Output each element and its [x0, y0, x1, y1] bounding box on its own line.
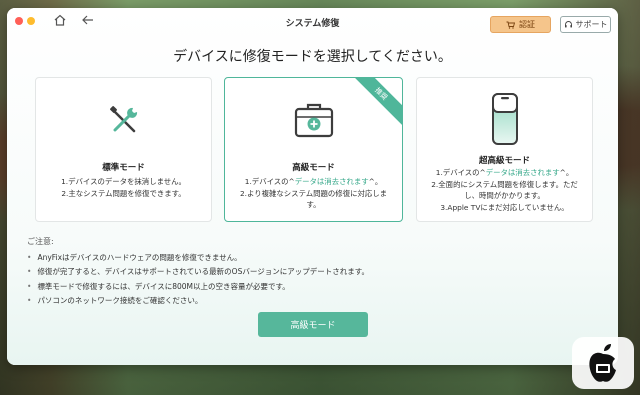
ultra-mode-title: 超高級モード [478, 156, 530, 166]
recommended-ribbon: 推奨 [347, 77, 403, 133]
phone-icon [491, 93, 518, 145]
auth-label: 認証 [519, 20, 535, 29]
support-button[interactable]: サポート [560, 16, 611, 33]
support-label: サポート [575, 20, 608, 29]
standard-mode-description: 1.デバイスのデータを抹消しません。 2.主なシステム問題を修復できます。 [61, 177, 186, 198]
tools-icon [109, 106, 137, 133]
cart-icon [506, 21, 515, 29]
page-title: デバイスに修復モードを選択してください。 [173, 49, 452, 65]
auth-button[interactable]: 認証 [490, 16, 551, 33]
standard-mode-title: 標準モード [102, 163, 145, 173]
notes-list: AnyFixはデバイスのハードウェアの問題を修復できません。 修復が完了すると、… [27, 252, 369, 309]
advanced-mode-title: 高級モード [292, 163, 335, 173]
recommended-label: 推奨 [347, 77, 403, 128]
note-item: 修復が完了すると、デバイスはサポートされている最新のOSバージョンにアップデート… [27, 266, 369, 280]
title-bar: システム修復 認証 サポート [7, 8, 618, 34]
first-aid-kit-icon [294, 103, 333, 138]
mode-card-advanced[interactable]: 推奨 高級モード 1.デバイスの^データは消去されます^。 2.より複雑なシステ… [224, 77, 403, 222]
mode-card-ultra[interactable]: 超高級モード 1.デバイスの^データは消去されます^。 2.全面的にシステム問題… [416, 77, 593, 222]
note-item: パソコンのネットワーク接続をご確認ください。 [27, 295, 369, 309]
headset-icon [564, 21, 572, 28]
mode-card-standard[interactable]: 標準モード 1.デバイスのデータを抹消しません。 2.主なシステム問題を修復でき… [35, 77, 212, 222]
advanced-mode-button[interactable]: 高級モード [258, 312, 368, 337]
ultra-mode-description: 1.デバイスの^データは消去されます^。 2.全面的にシステム問題を修復します。… [431, 168, 578, 212]
note-item: AnyFixはデバイスのハードウェアの問題を修復できません。 [27, 252, 369, 266]
apple-logo-icon [589, 344, 616, 382]
notes-title: ご注意: [27, 237, 54, 246]
app-window: システム修復 認証 サポート デバイスに修復モードを選択してください。 標準モー… [7, 8, 618, 365]
note-item: 標準モードで修復するには、デバイスに800M以上の空き容量が必要です。 [27, 281, 369, 295]
apple-logo-watermark [572, 337, 634, 389]
advanced-mode-description: 1.デバイスの^データは消去されます^。 2.より複雑なシステム問題の修復に対応… [239, 177, 388, 209]
